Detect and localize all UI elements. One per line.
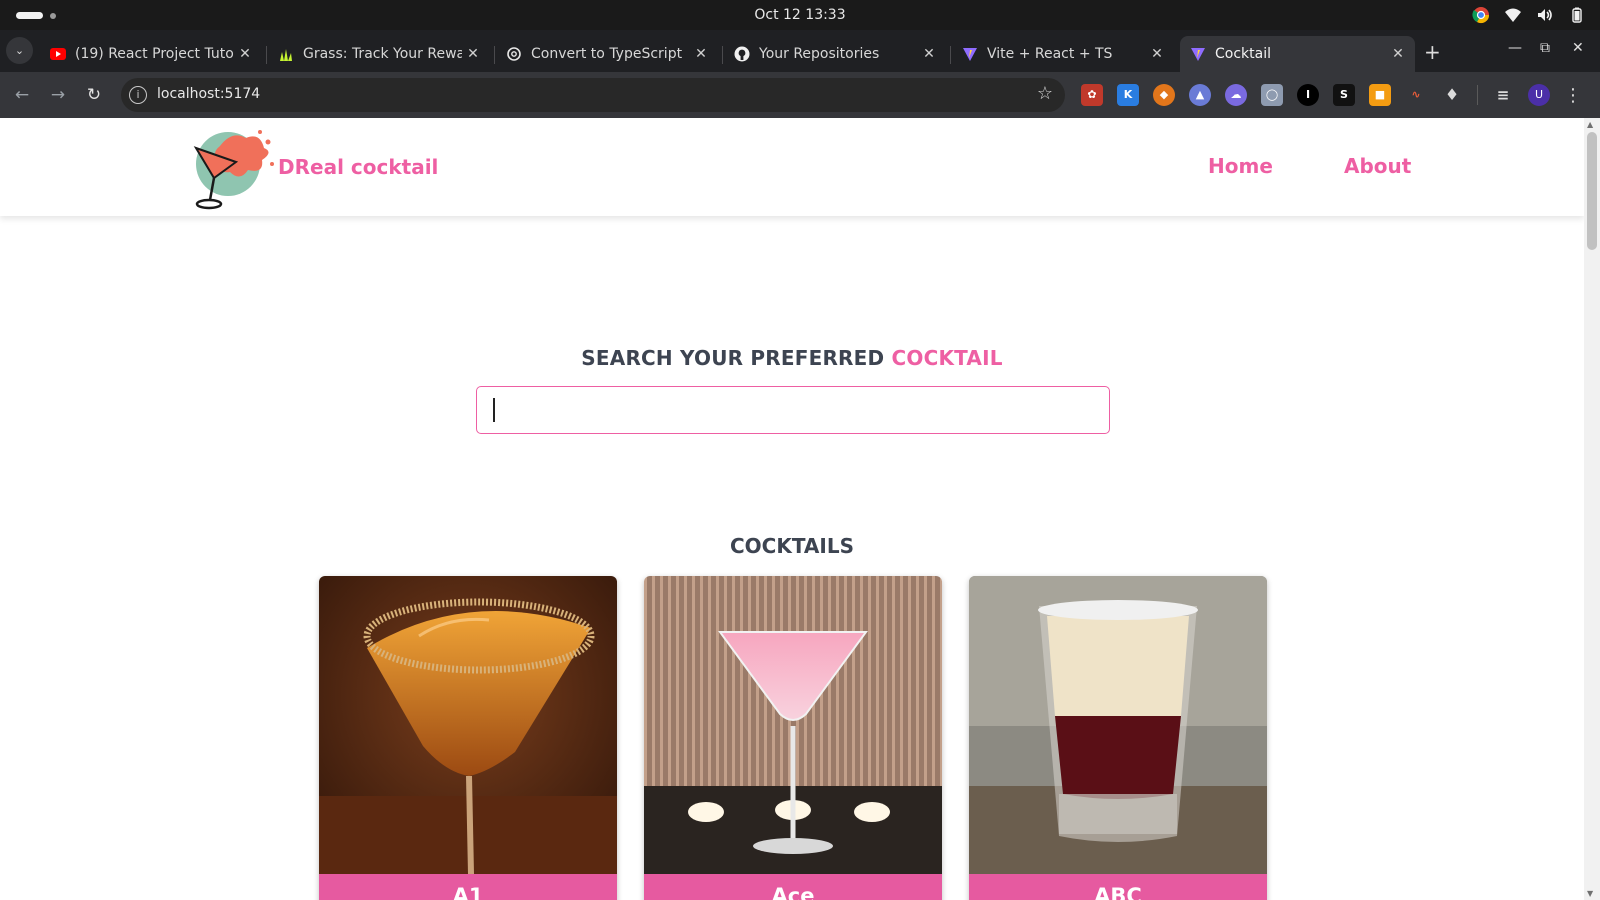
github-icon [734, 46, 750, 62]
ext-lock-icon[interactable]: ▲ [1189, 84, 1211, 106]
scrollbar-thumb[interactable] [1587, 132, 1597, 250]
brand-link[interactable]: DReal cocktail [190, 124, 438, 210]
toolbar-separator [1477, 85, 1478, 105]
tab-separator [266, 46, 267, 64]
ext-s-icon[interactable]: S [1333, 84, 1355, 106]
browser-toolbar: ← → ↻ i localhost:5174 ☆ ✿ K ◆ ▲ ☁ ◯ I S… [0, 72, 1600, 118]
browser-tab-grass[interactable]: Grass: Track Your Rewar ✕ [268, 36, 490, 72]
brand-name[interactable]: DReal cocktail [278, 155, 438, 179]
ext-i-icon[interactable]: I [1297, 84, 1319, 106]
forward-arrow-icon[interactable]: → [47, 84, 69, 106]
scroll-up-icon[interactable]: ▲ [1587, 120, 1593, 129]
back-arrow-icon[interactable]: ← [11, 84, 33, 106]
browser-tab-convert-typescript[interactable]: Convert to TypeScript ✕ [496, 36, 718, 72]
chrome-icon[interactable] [1472, 6, 1490, 24]
reload-icon[interactable]: ↻ [83, 84, 105, 106]
cocktail-name[interactable]: A1 [319, 874, 617, 900]
tab-separator [722, 46, 723, 64]
search-heading-accent: COCKTAIL [891, 346, 1003, 370]
volume-icon[interactable] [1536, 6, 1554, 24]
tab-title: Convert to TypeScript [531, 46, 683, 62]
chevron-down-icon: ⌄ [14, 44, 25, 57]
search-heading: SEARCH YOUR PREFERRED COCKTAIL [0, 346, 1584, 370]
tab-search-button[interactable]: ⌄ [6, 37, 33, 64]
media-control-icon[interactable]: ≡ [1492, 84, 1514, 106]
grass-icon [278, 46, 294, 62]
cocktail-logo-icon [193, 130, 274, 210]
vite-icon [1190, 46, 1206, 62]
page-viewport: DReal cocktail Home About SEARCH YOUR PR… [0, 118, 1584, 900]
close-icon[interactable]: ✕ [690, 46, 712, 62]
tab-title: Grass: Track Your Rewar [303, 46, 462, 62]
ext-cloud-icon[interactable]: ☁ [1225, 84, 1247, 106]
browser-tab-vite-react[interactable]: Vite + React + TS ✕ [952, 36, 1174, 72]
shield-icon[interactable]: ◯ [1261, 84, 1283, 106]
tab-title: Vite + React + TS [987, 46, 1113, 62]
profile-avatar[interactable]: U [1528, 84, 1550, 106]
tab-separator [494, 46, 495, 64]
battery-icon[interactable] [1568, 6, 1586, 24]
close-icon[interactable]: ✕ [918, 46, 940, 62]
tab-title: (19) React Project Tutor [75, 46, 234, 62]
text-caret [493, 398, 495, 422]
tab-title: Cocktail [1215, 46, 1271, 62]
close-icon[interactable]: ✕ [1387, 46, 1409, 62]
site-info-icon[interactable]: i [129, 86, 147, 104]
browser-tab-strip: ⌄ (19) React Project Tutor ✕ Grass: Trac… [0, 30, 1600, 72]
new-tab-button[interactable]: + [1424, 42, 1441, 62]
vite-icon [962, 46, 978, 62]
cocktail-card[interactable]: Ace [644, 576, 942, 900]
wifi-icon[interactable] [1504, 6, 1522, 24]
tab-separator [950, 46, 951, 64]
metamask-icon[interactable]: ◆ [1153, 84, 1175, 106]
close-icon[interactable]: ✕ [1146, 46, 1168, 62]
youtube-icon [50, 46, 66, 62]
browser-tab-react-tutorial[interactable]: (19) React Project Tutor ✕ [40, 36, 262, 72]
cocktail-image-ace[interactable] [644, 576, 942, 874]
os-clock[interactable]: Oct 12 13:33 [0, 7, 1600, 23]
extensions-area: ✿ K ◆ ▲ ☁ ◯ I S ■ ∿ ♦ ≡ U ⋮ [1081, 84, 1582, 106]
cocktail-card-footer[interactable]: A1 [319, 874, 617, 900]
system-tray[interactable] [1472, 6, 1586, 24]
browser-menu-icon[interactable]: ⋮ [1564, 85, 1582, 106]
minimize-icon[interactable]: — [1508, 40, 1522, 56]
cocktail-card[interactable]: ABC [969, 576, 1267, 900]
nav-link-home[interactable]: Home [1208, 154, 1273, 178]
openai-icon [506, 46, 522, 62]
nav-link-about[interactable]: About [1344, 154, 1411, 178]
os-top-bar: Oct 12 13:33 [0, 0, 1600, 30]
close-icon[interactable]: ✕ [462, 46, 484, 62]
tab-title: Your Repositories [759, 46, 880, 62]
window-close-icon[interactable]: ✕ [1572, 40, 1584, 56]
cocktail-image-a1[interactable] [319, 576, 617, 874]
cocktail-card-footer[interactable]: ABC [969, 874, 1267, 900]
puzzle-icon[interactable]: ♦ [1441, 84, 1463, 106]
url-text[interactable]: localhost:5174 [157, 86, 260, 102]
ext-signature-icon[interactable]: ∿ [1405, 84, 1427, 106]
restore-icon[interactable]: ⧉ [1540, 40, 1550, 56]
cocktail-image-abc[interactable] [969, 576, 1267, 874]
cocktail-card[interactable]: A1 [319, 576, 617, 900]
ext-orange-icon[interactable]: ■ [1369, 84, 1391, 106]
bookmark-star-icon[interactable]: ☆ [1037, 83, 1053, 104]
browser-tab-github-repositories[interactable]: Your Repositories ✕ [724, 36, 946, 72]
scroll-down-icon[interactable]: ▼ [1587, 889, 1593, 898]
cocktail-name[interactable]: ABC [969, 874, 1267, 900]
search-heading-prefix: SEARCH YOUR PREFERRED [581, 346, 885, 370]
browser-tab-cocktail[interactable]: Cocktail ✕ [1180, 36, 1415, 72]
site-navbar: DReal cocktail Home About [0, 118, 1584, 216]
cocktail-card-footer[interactable]: Ace [644, 874, 942, 900]
close-icon[interactable]: ✕ [234, 46, 256, 62]
ext-k-icon[interactable]: K [1117, 84, 1139, 106]
cocktails-section-title: COCKTAILS [729, 534, 854, 558]
cocktail-name[interactable]: Ace [644, 874, 942, 900]
cocktail-search-input[interactable] [476, 386, 1110, 434]
page-scrollbar[interactable]: ▲ ▼ [1584, 118, 1600, 900]
address-bar[interactable]: i localhost:5174 ☆ [121, 78, 1065, 112]
ext-red-icon[interactable]: ✿ [1081, 84, 1103, 106]
